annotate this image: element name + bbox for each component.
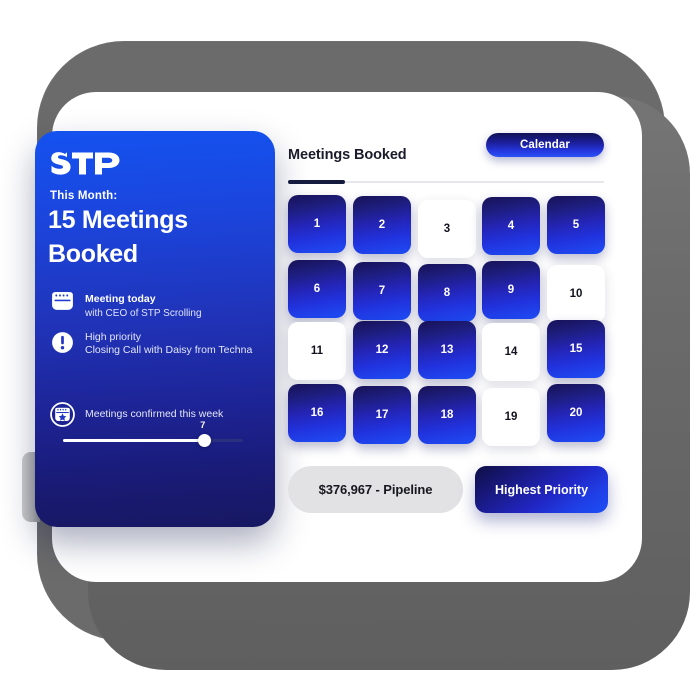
calendar-day-label: 7 bbox=[378, 285, 386, 297]
calendar-day-17[interactable]: 17 bbox=[353, 386, 411, 444]
calendar-day-label: 19 bbox=[504, 411, 518, 423]
calendar-day-5[interactable]: 5 bbox=[547, 196, 605, 254]
meetings-panel: Meetings Booked Calendar 1 2 3 4 5 6 7 8 9 10 11 12… bbox=[288, 133, 608, 514]
calendar-day-2[interactable]: 2 bbox=[353, 196, 411, 254]
calendar-day-14[interactable]: 14 bbox=[482, 323, 540, 381]
card-eyebrow: This Month: bbox=[50, 190, 118, 202]
pipeline-button[interactable]: $376,967 - Pipeline bbox=[288, 466, 463, 513]
info-title: Meeting today bbox=[85, 293, 156, 305]
calendar-day-9[interactable]: 9 bbox=[482, 261, 540, 319]
calendar-day-8[interactable]: 8 bbox=[418, 264, 476, 322]
calendar-day-6[interactable]: 6 bbox=[288, 260, 346, 318]
calendar-day-label: 10 bbox=[569, 288, 583, 300]
calendar-day-7[interactable]: 7 bbox=[353, 262, 411, 320]
info-row-high-priority[interactable]: High priority Closing Call with Daisy fr… bbox=[50, 330, 252, 357]
calendar-day-13[interactable]: 13 bbox=[418, 321, 476, 379]
calendar-day-20[interactable]: 20 bbox=[547, 384, 605, 442]
calendar-day-4[interactable]: 4 bbox=[482, 197, 540, 255]
calendar-day-19[interactable]: 19 bbox=[482, 388, 540, 446]
app-stage: This Month: 15 Meetings Booked Meeting t… bbox=[0, 0, 700, 700]
calendar-day-12[interactable]: 12 bbox=[353, 321, 411, 379]
calendar-day-label: 6 bbox=[313, 283, 321, 295]
card-headline: 15 Meetings Booked bbox=[48, 206, 188, 268]
calendar-day-label: 14 bbox=[504, 346, 518, 358]
confirmed-slider[interactable]: 7 bbox=[63, 420, 243, 448]
calendar-day-label: 20 bbox=[569, 407, 583, 419]
calendar-icon bbox=[50, 288, 75, 313]
calendar-grid: 1 2 3 4 5 6 7 8 9 10 11 12 13 14 15 16 17 18 19 20 bbox=[288, 195, 605, 453]
stp-logo bbox=[50, 150, 126, 176]
calendar-day-label: 8 bbox=[443, 287, 451, 299]
calendar-day-label: 13 bbox=[440, 344, 454, 356]
info-row-text: Meeting today with CEO of STP Scrolling bbox=[85, 288, 202, 320]
info-subtitle: with CEO of STP Scrolling bbox=[85, 308, 202, 319]
panel-header: Meetings Booked Calendar bbox=[288, 133, 604, 178]
calendar-day-11[interactable]: 11 bbox=[288, 322, 346, 380]
calendar-day-label: 18 bbox=[440, 409, 454, 421]
calendar-day-label: 1 bbox=[313, 218, 321, 230]
panel-footer: $376,967 - Pipeline Highest Priority bbox=[288, 466, 608, 514]
calendar-button[interactable]: Calendar bbox=[486, 133, 604, 157]
info-row-meeting-today[interactable]: Meeting today with CEO of STP Scrolling bbox=[50, 288, 202, 320]
exclamation-circle-icon bbox=[50, 330, 75, 355]
calendar-day-label: 4 bbox=[507, 220, 515, 232]
info-title: High priority bbox=[85, 331, 142, 343]
calendar-day-10[interactable]: 10 bbox=[547, 265, 605, 323]
info-row-text: High priority Closing Call with Daisy fr… bbox=[85, 330, 252, 357]
calendar-day-label: 5 bbox=[572, 219, 580, 231]
slider-thumb[interactable] bbox=[198, 434, 212, 447]
calendar-day-label: 12 bbox=[375, 344, 389, 356]
calendar-day-3[interactable]: 3 bbox=[418, 200, 476, 258]
calendar-day-label: 11 bbox=[310, 345, 324, 357]
calendar-day-18[interactable]: 18 bbox=[418, 386, 476, 444]
calendar-day-1[interactable]: 1 bbox=[288, 195, 346, 253]
rule-progress bbox=[288, 180, 345, 184]
panel-progress-rule bbox=[288, 180, 604, 184]
page-title: Meetings Booked bbox=[288, 147, 407, 163]
calendar-day-label: 9 bbox=[507, 284, 515, 296]
calendar-day-label: 15 bbox=[569, 343, 583, 355]
highest-priority-button[interactable]: Highest Priority bbox=[475, 466, 608, 513]
calendar-day-label: 2 bbox=[378, 219, 386, 231]
calendar-day-label: 16 bbox=[310, 407, 324, 419]
slider-value: 7 bbox=[200, 420, 206, 430]
calendar-star-icon bbox=[50, 402, 75, 427]
slider-fill bbox=[63, 439, 206, 442]
info-row-confirmed: Meetings confirmed this week bbox=[50, 402, 223, 427]
calendar-day-15[interactable]: 15 bbox=[547, 320, 605, 378]
info-subtitle: Closing Call with Daisy from Techna bbox=[85, 344, 253, 356]
calendar-day-label: 3 bbox=[443, 223, 451, 235]
calendar-day-label: 17 bbox=[375, 409, 389, 421]
calendar-day-16[interactable]: 16 bbox=[288, 384, 346, 442]
